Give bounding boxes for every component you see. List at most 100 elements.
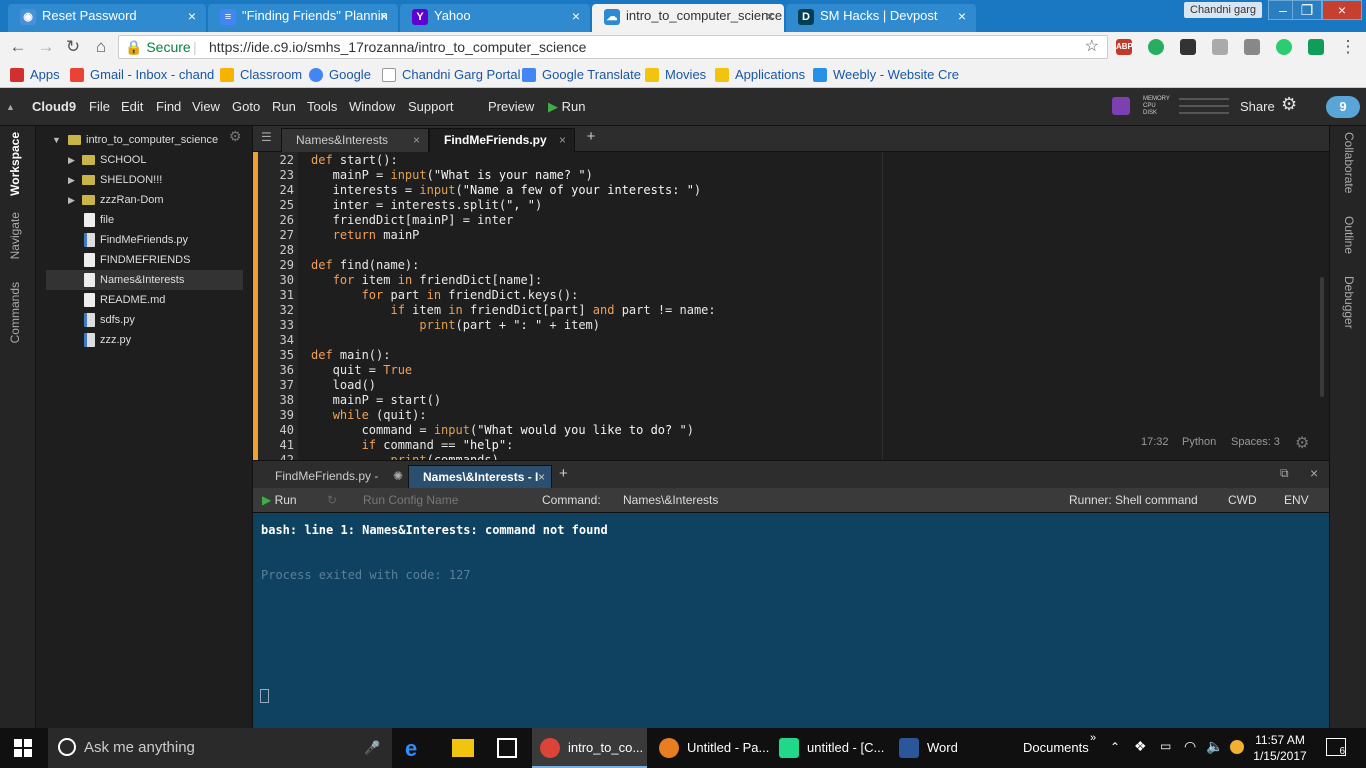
tab-navigate[interactable]: Navigate bbox=[8, 212, 22, 259]
toolbar-expand-icon[interactable]: » bbox=[1090, 732, 1096, 744]
preview-button[interactable]: Preview bbox=[488, 99, 534, 115]
bookmark-translate[interactable]: Google Translate bbox=[522, 67, 641, 83]
tray-overflow-icon[interactable]: ⌃ bbox=[1110, 740, 1120, 754]
extension-dark-icon[interactable] bbox=[1180, 39, 1196, 55]
address-bar[interactable]: 🔒 Secure | https://ide.c9.io/smhs_17roza… bbox=[118, 35, 1108, 59]
close-icon[interactable]: × bbox=[572, 4, 580, 28]
runner-select[interactable]: Runner: Shell command bbox=[1069, 488, 1198, 512]
expanded-triangle-icon[interactable]: ▼ bbox=[52, 130, 61, 150]
close-icon[interactable]: × bbox=[413, 129, 420, 151]
bookmark-google[interactable]: Google bbox=[309, 67, 371, 83]
memory-meter[interactable]: MEMORY CPU DISK bbox=[1143, 96, 1233, 118]
volume-icon[interactable]: 🔈 bbox=[1206, 738, 1223, 755]
tree-file-findmefriends-py[interactable]: FindMeFriends.py bbox=[46, 230, 243, 250]
menu-tools[interactable]: Tools bbox=[307, 99, 337, 115]
console-tab-names-interests[interactable]: Names\&Interests - I × bbox=[408, 465, 552, 489]
editor-scrollbar[interactable] bbox=[1320, 277, 1324, 397]
tree-folder-sheldon[interactable]: ▶ SHELDON!!! bbox=[46, 170, 243, 190]
documents-toolbar[interactable]: Documents bbox=[1023, 728, 1089, 768]
menu-run[interactable]: Run bbox=[272, 99, 296, 115]
tree-file-findmefriends[interactable]: FINDMEFRIENDS bbox=[46, 250, 243, 270]
menu-view[interactable]: View bbox=[192, 99, 220, 115]
console-tab-findmefriends[interactable]: FindMeFriends.py - ✺ bbox=[261, 465, 407, 489]
tab-commands[interactable]: Commands bbox=[8, 282, 22, 343]
star-icon[interactable]: ☆ bbox=[1085, 36, 1099, 58]
bookmark-portal[interactable]: Chandni Garg Portal bbox=[382, 67, 521, 83]
menu-find[interactable]: Find bbox=[156, 99, 181, 115]
tab-outline[interactable]: Outline bbox=[1342, 216, 1356, 254]
cast-icon[interactable] bbox=[1244, 39, 1260, 55]
menu-window[interactable]: Window bbox=[349, 99, 395, 115]
store-icon[interactable] bbox=[497, 738, 517, 758]
extension-refresh-icon[interactable] bbox=[1276, 39, 1292, 55]
editor-tab-names-interests[interactable]: Names&Interests × bbox=[281, 128, 429, 152]
menu-file[interactable]: File bbox=[89, 99, 110, 115]
tree-file-file[interactable]: file bbox=[46, 210, 243, 230]
tab-list-icon[interactable]: ☰ bbox=[261, 130, 272, 144]
menu-goto[interactable]: Goto bbox=[232, 99, 260, 115]
close-icon[interactable]: × bbox=[538, 466, 545, 488]
cloud9-notification-icon[interactable]: 9 bbox=[1326, 96, 1360, 118]
taskbar-app-word[interactable]: Word bbox=[891, 728, 1001, 768]
chrome-menu-icon[interactable]: ⋮ bbox=[1338, 37, 1358, 57]
bookmark-gmail[interactable]: Gmail - Inbox - chand bbox=[70, 67, 214, 83]
close-panel-icon[interactable]: × bbox=[1310, 465, 1318, 481]
close-icon[interactable]: × bbox=[766, 4, 774, 28]
gear-icon[interactable]: ⚙ bbox=[1281, 95, 1297, 113]
run-button[interactable]: ▶ Run bbox=[548, 99, 585, 115]
code-editor[interactable]: 22 def start(): 23 mainP = input("What i… bbox=[253, 152, 1329, 460]
dropbox-icon[interactable]: ❖ bbox=[1134, 738, 1147, 755]
run-config-name-input[interactable]: Run Config Name bbox=[363, 488, 458, 512]
share-button[interactable]: Share bbox=[1240, 99, 1275, 115]
sheets-icon[interactable] bbox=[1308, 39, 1324, 55]
home-icon[interactable]: ⌂ bbox=[91, 37, 111, 57]
browser-tab-devpost[interactable]: D SM Hacks | Devpost × bbox=[786, 4, 976, 32]
cwd-button[interactable]: CWD bbox=[1228, 488, 1257, 512]
bookmark-applications[interactable]: Applications bbox=[715, 67, 805, 83]
tree-file-zzz-py[interactable]: zzz.py bbox=[46, 330, 243, 350]
wifi-icon[interactable]: ◠ bbox=[1184, 738, 1196, 755]
tree-folder-school[interactable]: ▶ SCHOOL bbox=[46, 150, 243, 170]
adblock-icon[interactable]: ABP bbox=[1116, 39, 1133, 55]
back-icon[interactable]: ← bbox=[8, 37, 28, 57]
console-output[interactable]: bash: line 1: Names&Interests: command n… bbox=[253, 513, 1329, 728]
editor-tab-findmefriends-py[interactable]: FindMeFriends.py × bbox=[429, 128, 575, 152]
collaborator-avatar-icon[interactable] bbox=[1112, 97, 1130, 115]
indent-setting[interactable]: Spaces: 3 bbox=[1231, 436, 1280, 448]
bookmark-apps[interactable]: Apps bbox=[10, 67, 60, 83]
tree-file-readme[interactable]: README.md bbox=[46, 290, 243, 310]
tree-folder-zzzran-dom[interactable]: ▶ zzzRan-Dom bbox=[46, 190, 243, 210]
editor-settings-gear-icon[interactable]: ⚙ bbox=[1295, 433, 1309, 453]
close-icon[interactable]: × bbox=[188, 4, 196, 28]
action-center-icon[interactable]: 6 bbox=[1326, 738, 1346, 757]
tree-file-sdfs-py[interactable]: sdfs.py bbox=[46, 310, 243, 330]
browser-tab-finding-friends[interactable]: ≡ "Finding Friends" Plannin × bbox=[208, 4, 398, 32]
tab-debugger[interactable]: Debugger bbox=[1342, 276, 1356, 329]
file-explorer-icon[interactable] bbox=[452, 739, 474, 757]
battery-icon[interactable]: ▭ bbox=[1160, 739, 1171, 753]
tab-collaborate[interactable]: Collaborate bbox=[1342, 132, 1356, 193]
close-icon[interactable]: × bbox=[958, 4, 966, 28]
collapsed-triangle-icon[interactable]: ▶ bbox=[68, 190, 75, 210]
edge-icon[interactable]: e bbox=[405, 736, 417, 762]
restart-icon[interactable]: ↻ bbox=[327, 488, 337, 512]
tab-workspace[interactable]: Workspace bbox=[8, 132, 22, 196]
taskbar-app-pycharm[interactable]: untitled - [C... bbox=[771, 728, 891, 768]
command-input[interactable]: Names\&Interests bbox=[623, 488, 718, 512]
microphone-icon[interactable]: 🎤 bbox=[364, 728, 380, 768]
maximize-panel-icon[interactable]: ⧉ bbox=[1280, 466, 1289, 481]
collapse-icon[interactable]: ▲ bbox=[6, 99, 15, 115]
new-tab-plus-icon[interactable]: + bbox=[579, 128, 603, 148]
extension-grey-icon[interactable] bbox=[1212, 39, 1228, 55]
cursor-position[interactable]: 17:32 bbox=[1141, 436, 1169, 448]
cloud9-menu[interactable]: Cloud9 bbox=[32, 99, 76, 115]
taskbar-app-paint[interactable]: Untitled - Pa... bbox=[651, 728, 771, 768]
reload-icon[interactable]: ↻ bbox=[63, 37, 83, 57]
url-text[interactable]: https://ide.c9.io/smhs_17rozanna/intro_t… bbox=[209, 36, 586, 58]
bookmark-movies[interactable]: Movies bbox=[645, 67, 706, 83]
browser-tab-cloud9[interactable]: ☁ intro_to_computer_science × bbox=[592, 4, 784, 32]
chrome-user-badge[interactable]: Chandni garg bbox=[1184, 2, 1263, 18]
taskbar-app-chrome[interactable]: intro_to_co... bbox=[532, 728, 647, 768]
tree-file-names-interests[interactable]: Names&Interests bbox=[46, 270, 243, 290]
restore-icon[interactable]: ❐ bbox=[1292, 0, 1322, 20]
